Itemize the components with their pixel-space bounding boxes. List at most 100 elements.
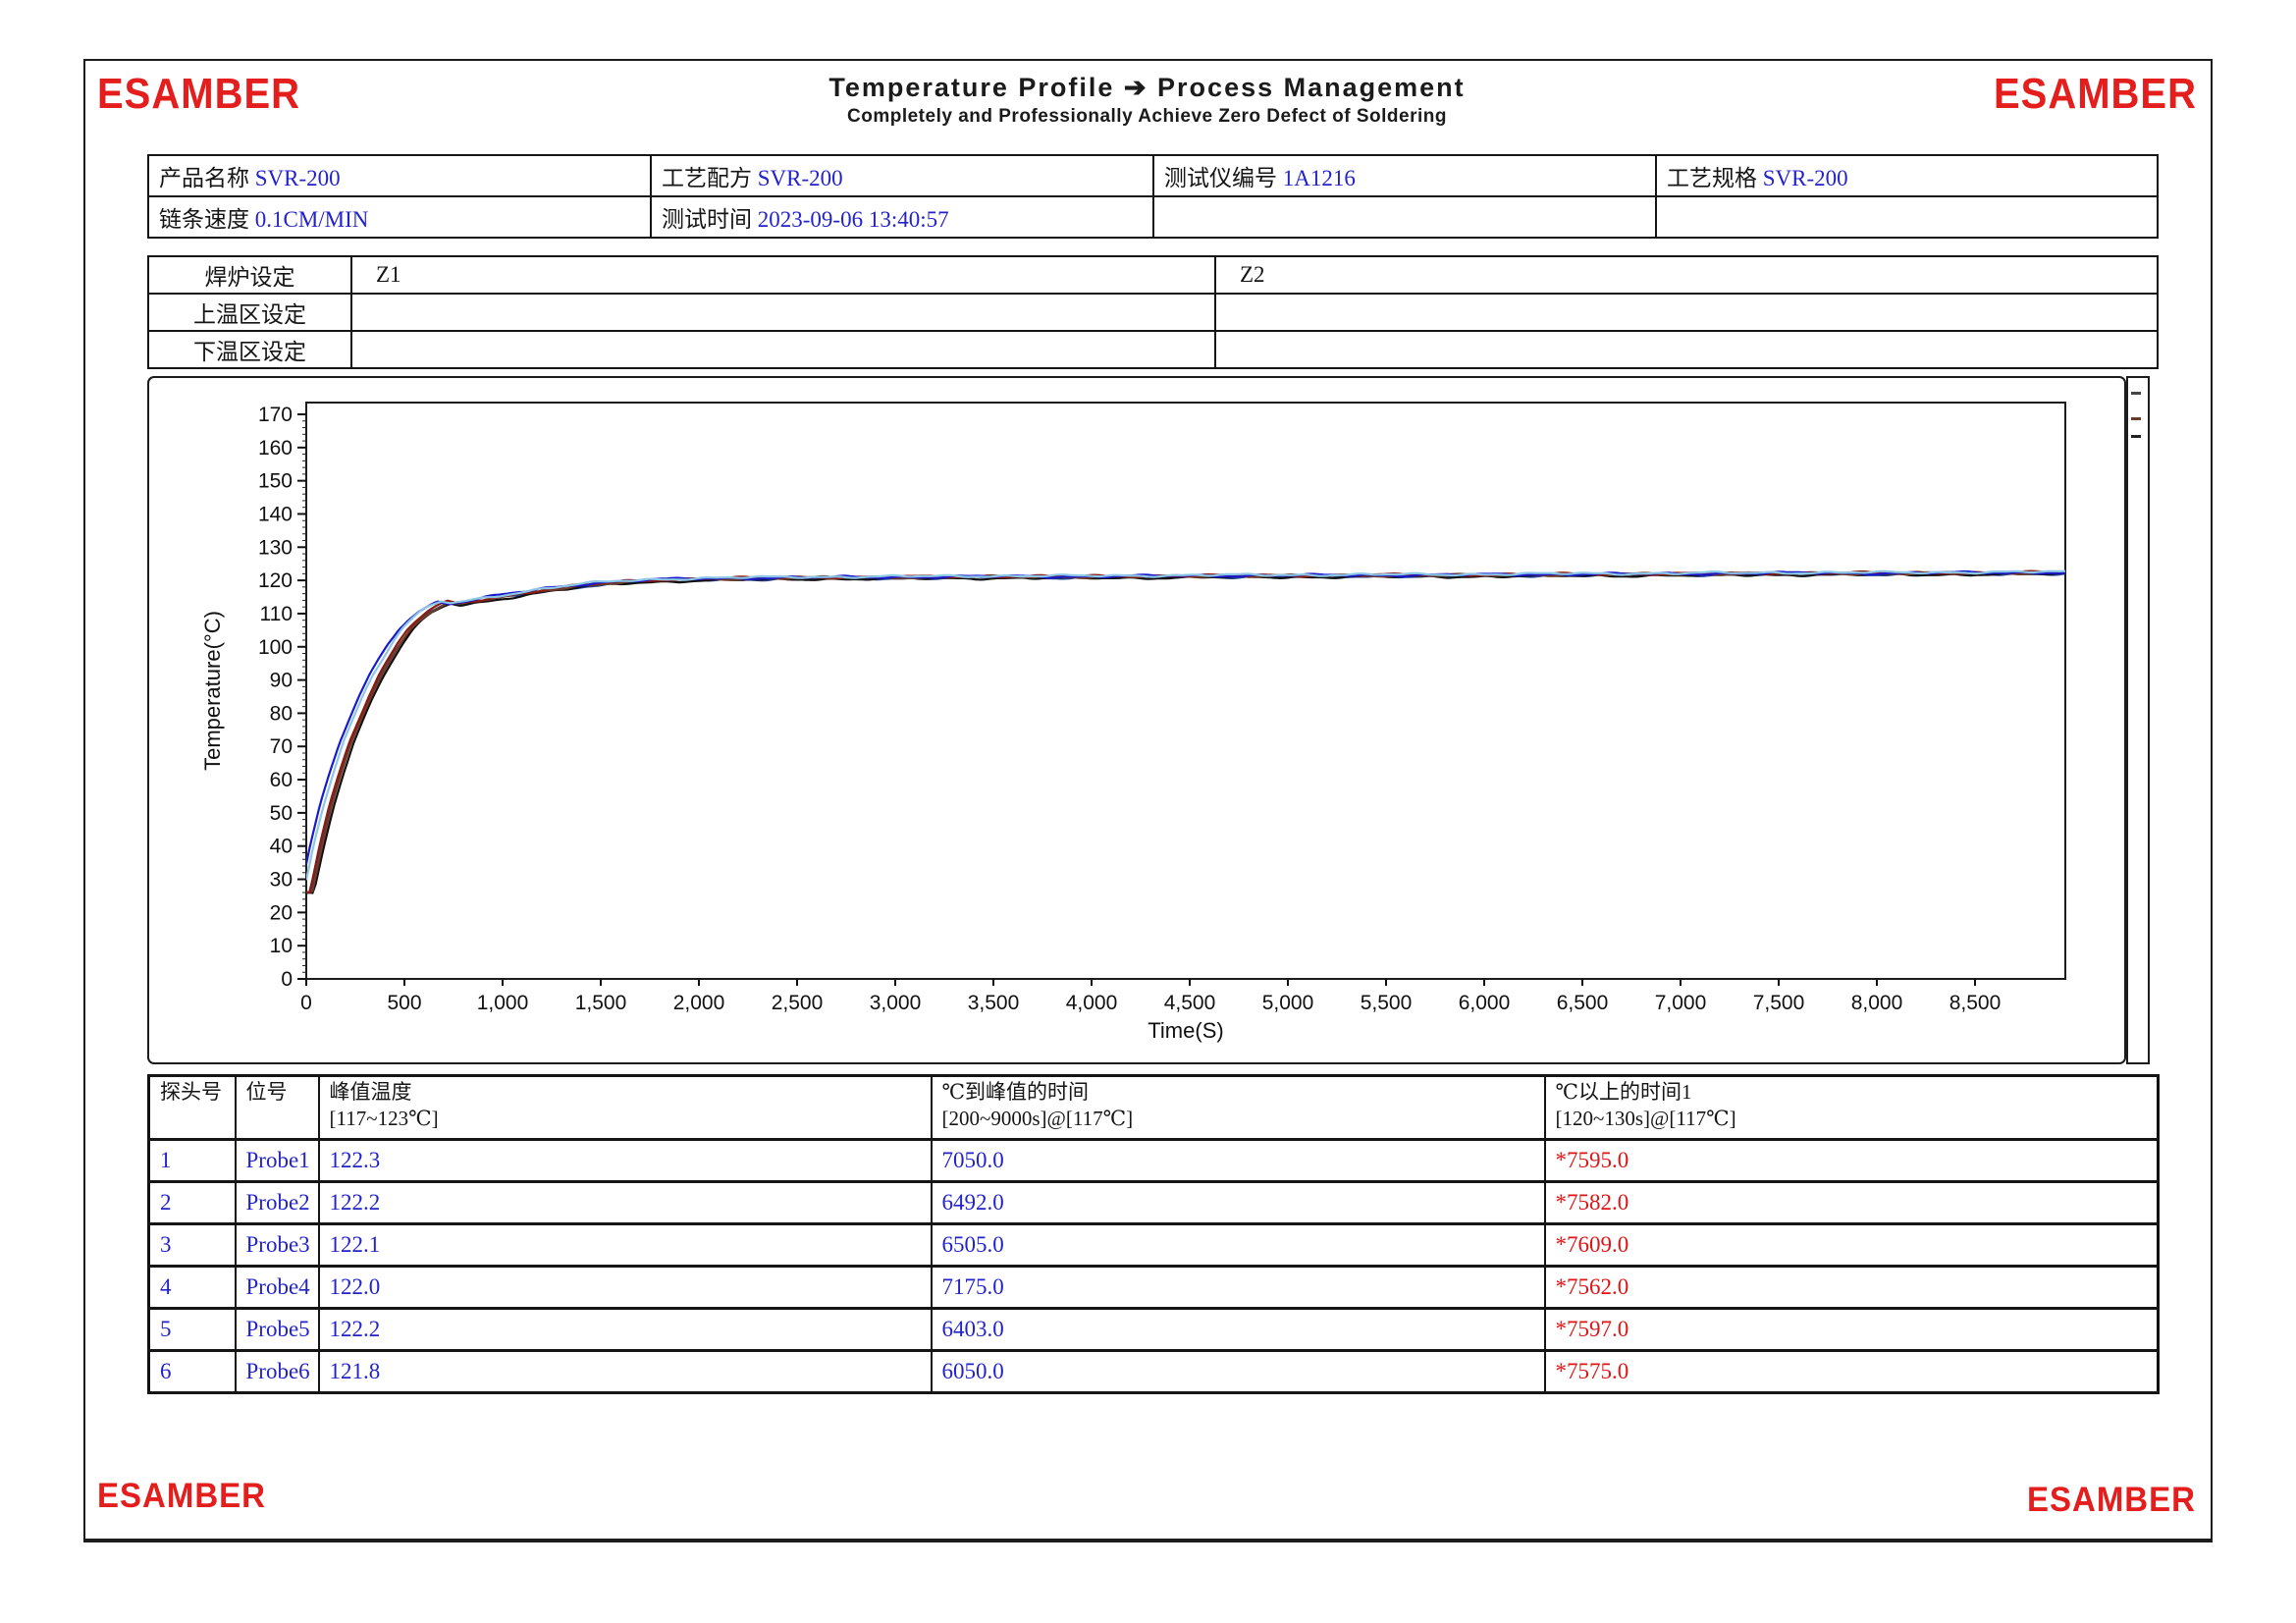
brand-logo-top-right: ESAMBER [1873, 71, 2211, 119]
upper-zone-row-z1 [351, 294, 1215, 331]
y-tick-label: 80 [270, 702, 293, 725]
upper-zone-row-z2 [1215, 294, 2158, 331]
y-tick-label: 0 [281, 968, 293, 991]
product-name-label: 产品名称 [159, 166, 249, 190]
upper-zone-row-label: 上温区设定 [148, 294, 351, 331]
legend-mark [2131, 435, 2141, 438]
probe-position: Probe5 [236, 1309, 319, 1351]
brand-logo-bottom-left: ESAMBER [97, 1475, 266, 1515]
header-line2: [120~130s]@[117℃] [1556, 1106, 2158, 1132]
x-tick-label: 4,000 [1066, 992, 1118, 1014]
x-tick-label: 500 [387, 992, 421, 1014]
lower-zone-row-label: 下温区设定 [148, 331, 351, 368]
probe-row: 5Probe5122.26403.0*7597.0 [149, 1309, 2159, 1351]
x-tick-label: 2,000 [673, 992, 725, 1014]
x-tick-label: 4,500 [1164, 992, 1216, 1014]
probe-row: 2Probe2122.26492.0*7582.0 [149, 1182, 2159, 1224]
peak-temp: 122.0 [319, 1267, 932, 1309]
probe3-curve [306, 571, 2065, 893]
y-tick-label: 30 [270, 869, 293, 892]
probe2-curve [306, 571, 2065, 881]
time-to-peak: 6403.0 [932, 1309, 1545, 1351]
time-to-peak: 7175.0 [932, 1267, 1545, 1309]
y-tick-label: 10 [270, 935, 293, 957]
oven-setting-row-z2: Z2 [1215, 256, 2158, 294]
oven-setting-row-label: 焊炉设定 [148, 256, 351, 294]
lower-zone-row-z2 [1215, 331, 2158, 368]
x-tick-label: 8,500 [1949, 992, 2002, 1014]
empty-cell [1153, 196, 1656, 238]
test-time-label: 测试时间 [662, 207, 752, 232]
probe-position: Probe3 [236, 1224, 319, 1267]
peak-temp: 121.8 [319, 1351, 932, 1393]
report-subtitle: Completely and Professionally Achieve Ze… [421, 106, 1873, 128]
probe-row: 4Probe4122.07175.0*7562.0 [149, 1267, 2159, 1309]
upper-zone-row: 上温区设定 [148, 294, 2158, 331]
report-page: ESAMBER Temperature Profile ➔ Process Ma… [83, 59, 2213, 1542]
x-tick-label: 1,500 [575, 992, 627, 1014]
brand-logo-bottom-right: ESAMBER [2027, 1479, 2196, 1519]
recipe: 工艺配方 SVR-200 [651, 155, 1153, 196]
y-tick-label: 70 [270, 735, 293, 758]
probe1-curve [306, 571, 2065, 864]
probe5-curve [306, 572, 2065, 893]
oven-setting-row: 焊炉设定Z1Z2 [148, 256, 2158, 294]
lower-zone-row-z1 [351, 331, 1215, 368]
recipe-label: 工艺配方 [662, 166, 752, 190]
results-header-0: 探头号 [149, 1076, 236, 1140]
chain-speed-label: 链条速度 [159, 207, 249, 232]
probe-row: 6Probe6121.86050.0*7575.0 [149, 1351, 2159, 1393]
results-header-4: ℃以上的时间1[120~130s]@[117℃] [1545, 1076, 2159, 1140]
results-header-1: 位号 [236, 1076, 319, 1140]
product-name: 产品名称 SVR-200 [148, 155, 651, 196]
chain-speed-value: 0.1CM/MIN [249, 207, 368, 232]
report-title: Temperature Profile ➔ Process Management [421, 73, 1873, 103]
y-tick-label: 170 [258, 404, 293, 426]
y-tick-label: 50 [270, 802, 293, 825]
y-tick-label: 140 [258, 503, 293, 525]
probe-no: 3 [149, 1224, 236, 1267]
probe-position: Probe1 [236, 1140, 319, 1182]
y-tick-label: 90 [270, 670, 293, 692]
test-time-value: 2023-09-06 13:40:57 [752, 207, 949, 232]
time-to-peak: 6050.0 [932, 1351, 1545, 1393]
header-line1: ℃以上的时间1 [1556, 1079, 2158, 1106]
y-tick-label: 120 [258, 569, 293, 592]
x-tick-label: 1,000 [477, 992, 529, 1014]
info-table: 产品名称 SVR-200工艺配方 SVR-200测试仪编号 1A1216工艺规格… [147, 154, 2159, 239]
tester-id: 测试仪编号 1A1216 [1153, 155, 1656, 196]
probe-no: 1 [149, 1140, 236, 1182]
legend-strip [2126, 376, 2150, 1064]
x-tick-label: 6,500 [1557, 992, 1609, 1014]
process-spec-value: SVR-200 [1757, 166, 1848, 190]
empty-cell [1656, 196, 2158, 238]
x-tick-label: 6,000 [1459, 992, 1511, 1014]
time-above: *7575.0 [1545, 1351, 2159, 1393]
lower-zone-row: 下温区设定 [148, 331, 2158, 368]
y-tick-label: 130 [258, 536, 293, 559]
y-tick-label: 60 [270, 769, 293, 791]
time-to-peak: 6505.0 [932, 1224, 1545, 1267]
probe4-curve [306, 572, 2065, 893]
y-tick-label: 20 [270, 901, 293, 924]
peak-temp: 122.2 [319, 1182, 932, 1224]
header-line2: [117~123℃] [330, 1106, 931, 1132]
oven-settings-table: 焊炉设定Z1Z2上温区设定下温区设定 [147, 255, 2159, 369]
report-header: ESAMBER Temperature Profile ➔ Process Ma… [85, 73, 2211, 128]
y-tick-label: 150 [258, 470, 293, 493]
time-to-peak: 6492.0 [932, 1182, 1545, 1224]
x-tick-label: 0 [300, 992, 312, 1014]
probe6-curve [306, 573, 2065, 893]
probe-no: 2 [149, 1182, 236, 1224]
y-tick-label: 100 [258, 636, 293, 659]
x-tick-label: 5,500 [1361, 992, 1413, 1014]
peak-temp: 122.1 [319, 1224, 932, 1267]
y-axis-title: Temperature(°C) [200, 611, 225, 771]
probe-row: 3Probe3122.16505.0*7609.0 [149, 1224, 2159, 1267]
x-axis-title: Time(S) [1148, 1018, 1223, 1043]
y-tick-label: 110 [260, 603, 293, 625]
plot-border [306, 403, 2065, 979]
test-time: 测试时间 2023-09-06 13:40:57 [651, 196, 1153, 238]
header-line2: [200~9000s]@[117℃] [942, 1106, 1544, 1132]
temperature-chart: 0102030405060708090100110120130140150160… [147, 376, 2126, 1064]
